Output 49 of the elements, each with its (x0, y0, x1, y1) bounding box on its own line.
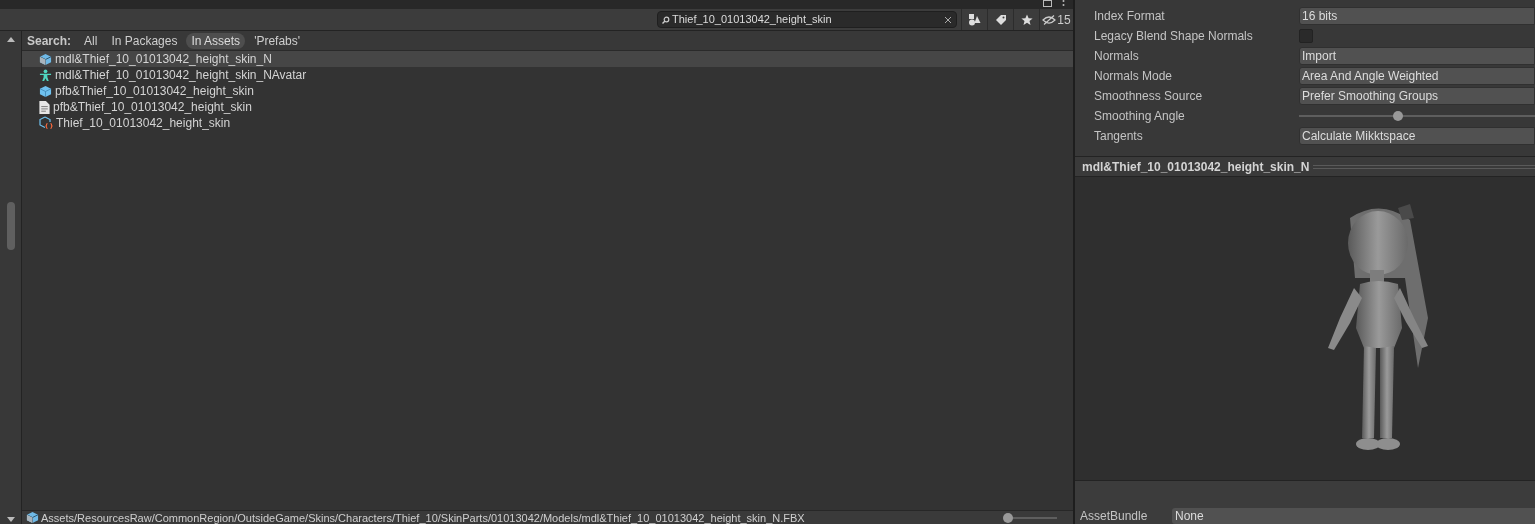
asset-path: Assets/ResourcesRaw/CommonRegion/OutsideGame/Skins/Characters/Thief_10/SkinParts/01013042/Models/mdl&Thief_10_01013042_height_skin_N.FBX (41, 510, 806, 524)
asset-row[interactable]: pfb&Thief_10_01013042_height_skin (22, 99, 1073, 115)
preview-title: mdl&Thief_10_01013042_height_skin_N (1082, 158, 1310, 176)
property-label: Legacy Blend Shape Normals (1093, 28, 1254, 45)
cube-icon (39, 52, 52, 66)
property-label: Normals Mode (1093, 68, 1174, 85)
hidden-icon (1042, 14, 1057, 25)
figure-icon (39, 68, 52, 82)
asset-row[interactable]: mdl&Thief_10_01013042_height_skin_N (22, 51, 1073, 67)
scroll-up-icon[interactable] (6, 37, 15, 42)
dropdown[interactable]: Import (1299, 47, 1535, 65)
property-label: Index Format (1093, 8, 1166, 25)
slider[interactable] (1299, 111, 1535, 121)
zoom-slider-thumb[interactable] (1003, 512, 1014, 523)
asset-bundle-dropdown[interactable]: None (1172, 508, 1535, 524)
hidden-packages-button[interactable]: 15 (1039, 9, 1073, 30)
scroll-down-icon[interactable] (6, 517, 15, 522)
property-label: Smoothness Source (1093, 88, 1204, 105)
dropdown[interactable]: 16 bits (1299, 7, 1535, 25)
search-field[interactable]: Thief_10_01013042_height_skin (657, 11, 957, 28)
search-icon (662, 15, 670, 24)
scrollbar-thumb[interactable] (6, 202, 15, 250)
tag-icon (994, 13, 1007, 26)
close-icon[interactable] (944, 15, 952, 24)
zoom-slider[interactable] (1004, 512, 1057, 523)
scope-tab[interactable]: In Packages (106, 32, 183, 49)
asset-row[interactable]: mdl&Thief_10_01013042_height_skin_NAvatar (22, 67, 1073, 83)
window-icon[interactable] (1043, 0, 1052, 7)
cube-icon (26, 511, 39, 524)
property-label: Normals (1093, 48, 1140, 65)
more-icon[interactable] (1062, 0, 1065, 7)
document-icon (39, 100, 50, 114)
asset-bundle-label: AssetBundle (1079, 508, 1149, 524)
slider-thumb[interactable] (1393, 111, 1404, 121)
star-icon (1020, 13, 1033, 26)
dropdown[interactable]: Area And Angle Weighted (1299, 67, 1535, 85)
property-label: Tangents (1093, 128, 1144, 145)
scope-tab[interactable]: 'Prefabs' (249, 32, 306, 49)
cube-icon (39, 84, 52, 98)
asset-row[interactable]: Thief_10_01013042_height_skin (22, 115, 1073, 131)
search-scope-label: Search: (27, 32, 72, 50)
dropdown[interactable]: Calculate Mikktspace (1299, 127, 1535, 145)
asset-row[interactable]: pfb&Thief_10_01013042_height_skin (22, 83, 1073, 99)
property-label: Smoothing Angle (1093, 108, 1186, 125)
scope-tab[interactable]: In Assets (186, 32, 246, 49)
shapes-icon (968, 13, 981, 26)
dropdown[interactable]: Prefer Smoothing Groups (1299, 87, 1535, 105)
scope-tab[interactable]: All (79, 32, 103, 49)
cube-icon (39, 116, 53, 130)
